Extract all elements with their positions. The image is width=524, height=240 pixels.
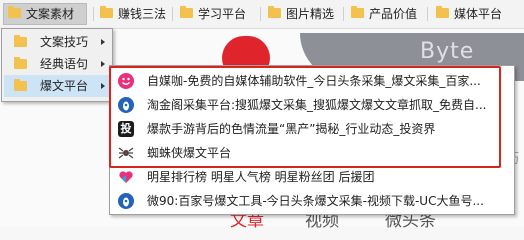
bookmark-folder-meiti-pingtai[interactable]: 媒体平台 <box>432 4 502 24</box>
w-logo-icon <box>118 193 134 209</box>
folder-icon <box>8 6 21 18</box>
folder-icon <box>14 35 27 47</box>
bookmark-label: 学习平台 <box>198 7 247 21</box>
banner-text: Byte <box>420 39 475 64</box>
submenu-item-jingdian-yuju[interactable]: 经典语句 <box>4 53 110 75</box>
folder-icon <box>268 6 281 18</box>
folder-icon <box>436 6 449 18</box>
menu-item-taojinge[interactable]: 淘金阁采集平台:搜狐爆文采集_搜狐爆文爆文文章抓取_免费自... <box>112 94 510 116</box>
submenu-item-label: 文案技巧 <box>40 35 89 49</box>
submenu-item-baowen-pingtai[interactable]: 爆文平台 <box>4 75 110 97</box>
submenu-item-label: 爆文平台 <box>40 79 89 93</box>
spider-icon <box>118 145 134 161</box>
bookmark-label: 媒体平台 <box>454 7 503 21</box>
folder-icon <box>14 57 27 69</box>
bookmark-folder-wenan-sucai[interactable]: 文案素材 <box>3 3 87 25</box>
bookmark-label: 图片精选 <box>286 7 335 21</box>
separator <box>260 7 261 21</box>
menu-item-label: 爆款手游背后的色情流量“黑产”揭秘_行业动态_投资界 <box>147 122 436 136</box>
chevron-right-icon <box>101 39 105 45</box>
bookmark-folder-chanpin-jiazhi[interactable]: 产品价值 <box>347 4 417 24</box>
menu-item-label: 蜘蛛侠爆文平台 <box>147 146 232 160</box>
tou-logo-icon: 投 <box>118 121 134 137</box>
menu-item-label: 自媒咖-免费的自媒体辅助软件_今日头条采集_爆文采集_百家... <box>147 74 481 88</box>
menu-item-zimeika[interactable]: 自媒咖-免费的自媒体辅助软件_今日头条采集_爆文采集_百家... <box>112 70 510 92</box>
menu-item-label: 微90:百家号爆文工具-今日头条爆文采集-视频下载-UC大鱼号... <box>147 194 484 208</box>
smiley-icon <box>118 73 134 89</box>
chevron-right-icon <box>101 61 105 67</box>
folder-icon <box>351 6 364 18</box>
menu-item-label: 淘金阁采集平台:搜狐爆文采集_搜狐爆文爆文文章抓取_免费自... <box>147 98 487 112</box>
bookmarks-bar: 文案素材 赚钱三法 学习平台 图片精选 产品价值 媒体平台 <box>0 0 524 29</box>
separator <box>427 7 428 21</box>
bookmark-label: 文案素材 <box>26 7 75 21</box>
menu-item-touzijie[interactable]: 投 爆款手游背后的色情流量“黑产”揭秘_行业动态_投资界 <box>112 118 510 140</box>
separator <box>172 7 173 21</box>
bookmark-label: 产品价值 <box>369 7 418 21</box>
links-menu: 自媒咖-免费的自媒体辅助软件_今日头条采集_爆文采集_百家... 淘金阁采集平台… <box>109 65 515 215</box>
separator <box>343 7 344 21</box>
menu-item-label: 明星排行榜 明星人气榜 明星粉丝团 后援团 <box>147 170 375 184</box>
bookmark-label: 赚钱三法 <box>118 7 167 21</box>
folder-icon <box>14 79 27 91</box>
bookmark-folder-zhuanqian-sanfa[interactable]: 赚钱三法 <box>96 4 166 24</box>
submenu-item-wenan-jiqiao[interactable]: 文案技巧 <box>4 31 110 53</box>
submenu-item-label: 经典语句 <box>40 57 89 71</box>
chevron-right-icon <box>101 83 105 89</box>
heart-icon <box>118 169 134 185</box>
menu-item-wei90[interactable]: 微90:百家号爆文工具-今日头条爆文采集-视频下载-UC大鱼号... <box>112 190 510 212</box>
folder-icon <box>100 6 113 18</box>
bookmark-folder-tupian-jingxuan[interactable]: 图片精选 <box>264 4 334 24</box>
folder-submenu: 文案技巧 经典语句 爆文平台 <box>1 28 113 102</box>
bookmark-folder-xuexi-pingtai[interactable]: 学习平台 <box>176 4 246 24</box>
separator <box>93 7 94 21</box>
menu-item-zhizhuxia[interactable]: 蜘蛛侠爆文平台 <box>112 142 510 164</box>
folder-icon <box>180 6 193 18</box>
menu-item-mingxing-paihang[interactable]: 明星排行榜 明星人气榜 明星粉丝团 后援团 <box>112 166 510 188</box>
wolf-logo-icon <box>118 97 134 113</box>
